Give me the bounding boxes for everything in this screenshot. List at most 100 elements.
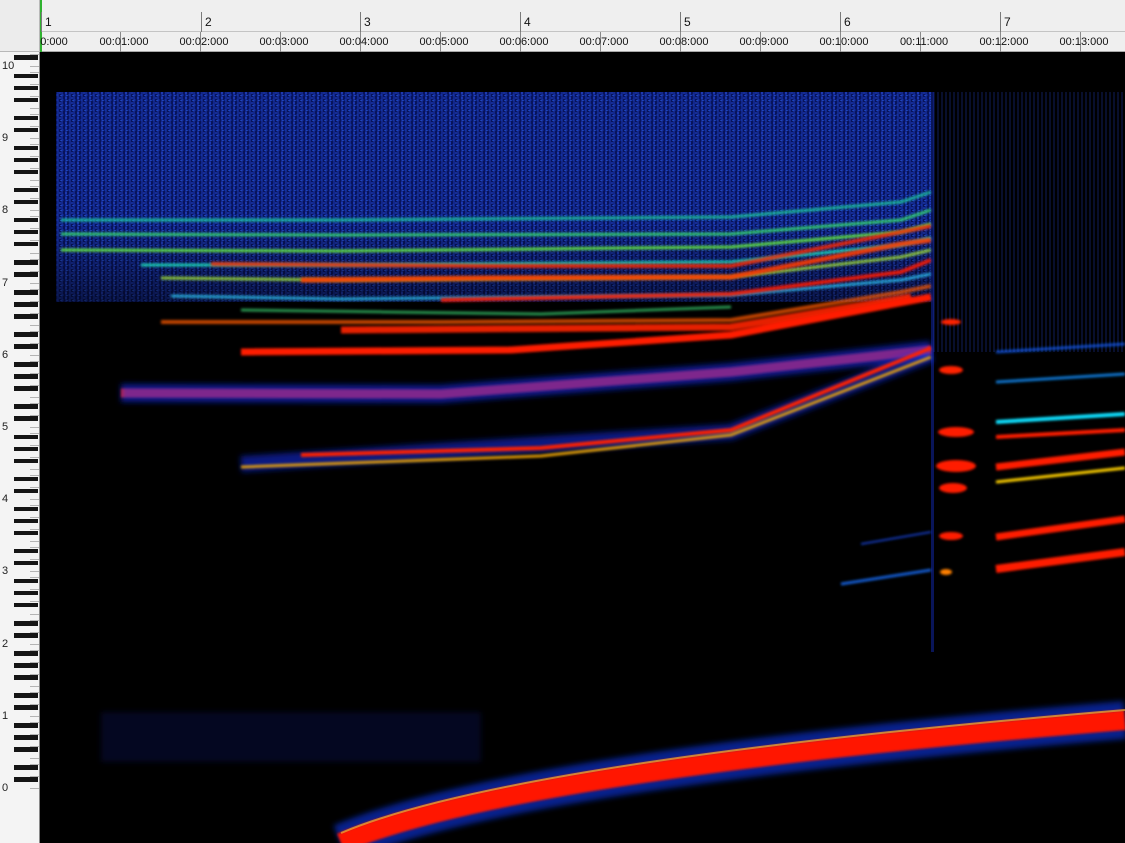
white-key-separator — [30, 757, 39, 759]
black-key[interactable] — [14, 302, 38, 307]
white-key-separator — [30, 427, 39, 428]
black-key[interactable] — [14, 506, 38, 512]
black-key[interactable] — [14, 187, 38, 193]
black-key[interactable] — [14, 476, 38, 482]
black-key[interactable] — [14, 290, 38, 295]
black-key[interactable] — [14, 705, 38, 710]
white-key-separator — [30, 270, 39, 272]
black-key[interactable] — [14, 332, 38, 337]
black-key[interactable] — [14, 633, 38, 638]
white-key-separator — [30, 372, 39, 374]
black-key[interactable] — [14, 434, 38, 440]
white-key-separator — [30, 384, 39, 386]
black-key[interactable] — [14, 693, 38, 698]
octave-label: 10 — [2, 60, 15, 72]
black-key[interactable] — [14, 458, 38, 464]
black-key[interactable] — [14, 362, 38, 367]
white-key-separator — [30, 649, 39, 651]
black-key[interactable] — [14, 157, 38, 163]
white-key-separator — [30, 541, 39, 543]
black-key[interactable] — [14, 241, 38, 247]
spectrogram-view[interactable] — [41, 52, 1125, 843]
black-key[interactable] — [14, 229, 38, 235]
white-key-separator — [30, 144, 39, 146]
timeline-ruler[interactable]: 1 2 3 4 5 6 7 0:000 00:01:000 00:02:000 … — [40, 0, 1125, 52]
octave-label: 5 — [2, 421, 9, 433]
black-key[interactable] — [14, 560, 38, 566]
black-key[interactable] — [14, 735, 38, 740]
white-key-separator — [30, 66, 39, 67]
white-key-separator — [30, 505, 39, 507]
time-label: 00:11:000 — [899, 36, 949, 48]
white-key-separator — [30, 445, 39, 447]
white-key-separator — [30, 601, 39, 603]
white-key-separator — [30, 108, 39, 110]
white-key-separator — [30, 775, 39, 777]
black-key[interactable] — [14, 344, 38, 349]
white-key-separator — [30, 788, 39, 789]
black-key[interactable] — [14, 578, 38, 584]
white-key-separator — [30, 691, 39, 693]
octave-label: 2 — [2, 637, 9, 650]
black-key[interactable] — [14, 765, 38, 770]
time-label: 00:06:000 — [499, 36, 549, 48]
white-key-separator — [30, 360, 39, 362]
black-key[interactable] — [14, 488, 38, 494]
black-key[interactable] — [14, 314, 38, 319]
white-key-separator — [30, 168, 39, 170]
black-key[interactable] — [14, 548, 38, 554]
black-key[interactable] — [14, 675, 38, 680]
black-key[interactable] — [14, 530, 38, 536]
black-key[interactable] — [14, 127, 38, 133]
black-key[interactable] — [14, 416, 38, 421]
octave-label: 9 — [2, 132, 9, 145]
white-key-separator — [30, 288, 39, 290]
octave-label: 4 — [2, 493, 9, 506]
white-key-separator — [30, 499, 39, 501]
black-key[interactable] — [14, 85, 38, 91]
black-key[interactable] — [14, 115, 38, 121]
bar-tick — [680, 12, 681, 32]
bar-tick — [1000, 12, 1001, 32]
black-key[interactable] — [14, 404, 38, 409]
black-key[interactable] — [14, 621, 38, 626]
black-key[interactable] — [14, 55, 38, 60]
black-key[interactable] — [14, 199, 38, 205]
white-key-separator — [30, 210, 39, 212]
black-key[interactable] — [14, 747, 38, 752]
white-key-separator — [30, 312, 39, 314]
black-key[interactable] — [14, 602, 38, 608]
white-key-separator — [30, 487, 39, 489]
black-key[interactable] — [14, 97, 38, 103]
black-key[interactable] — [14, 723, 38, 728]
black-key[interactable] — [14, 590, 38, 596]
black-key[interactable] — [14, 386, 38, 391]
white-key-separator — [30, 402, 39, 404]
black-key[interactable] — [14, 518, 38, 524]
black-key[interactable] — [14, 73, 38, 79]
black-key[interactable] — [14, 145, 38, 151]
piano-keyboard[interactable]: 10 9 8 7 6 5 4 3 2 1 0 — [0, 52, 40, 843]
white-key-separator — [30, 114, 39, 116]
black-key[interactable] — [14, 260, 38, 265]
time-label: 00:08:000 — [659, 36, 709, 48]
white-key-separator — [30, 619, 39, 621]
ruler-corner — [0, 0, 40, 52]
white-key-separator — [30, 469, 39, 471]
white-key-separator — [30, 673, 39, 675]
black-key[interactable] — [14, 169, 38, 175]
white-key-separator — [30, 258, 39, 260]
black-key[interactable] — [14, 663, 38, 668]
black-key[interactable] — [14, 217, 38, 223]
black-key[interactable] — [14, 651, 38, 656]
black-key[interactable] — [14, 777, 38, 782]
white-key-separator — [30, 703, 39, 705]
octave-label: 3 — [2, 565, 9, 578]
octave-label: 1 — [2, 709, 9, 722]
black-key[interactable] — [14, 446, 38, 452]
white-key-separator — [30, 631, 39, 633]
time-label: 00:09:000 — [739, 36, 789, 48]
black-key[interactable] — [14, 272, 38, 277]
white-key-separator — [30, 733, 39, 735]
black-key[interactable] — [14, 374, 38, 379]
